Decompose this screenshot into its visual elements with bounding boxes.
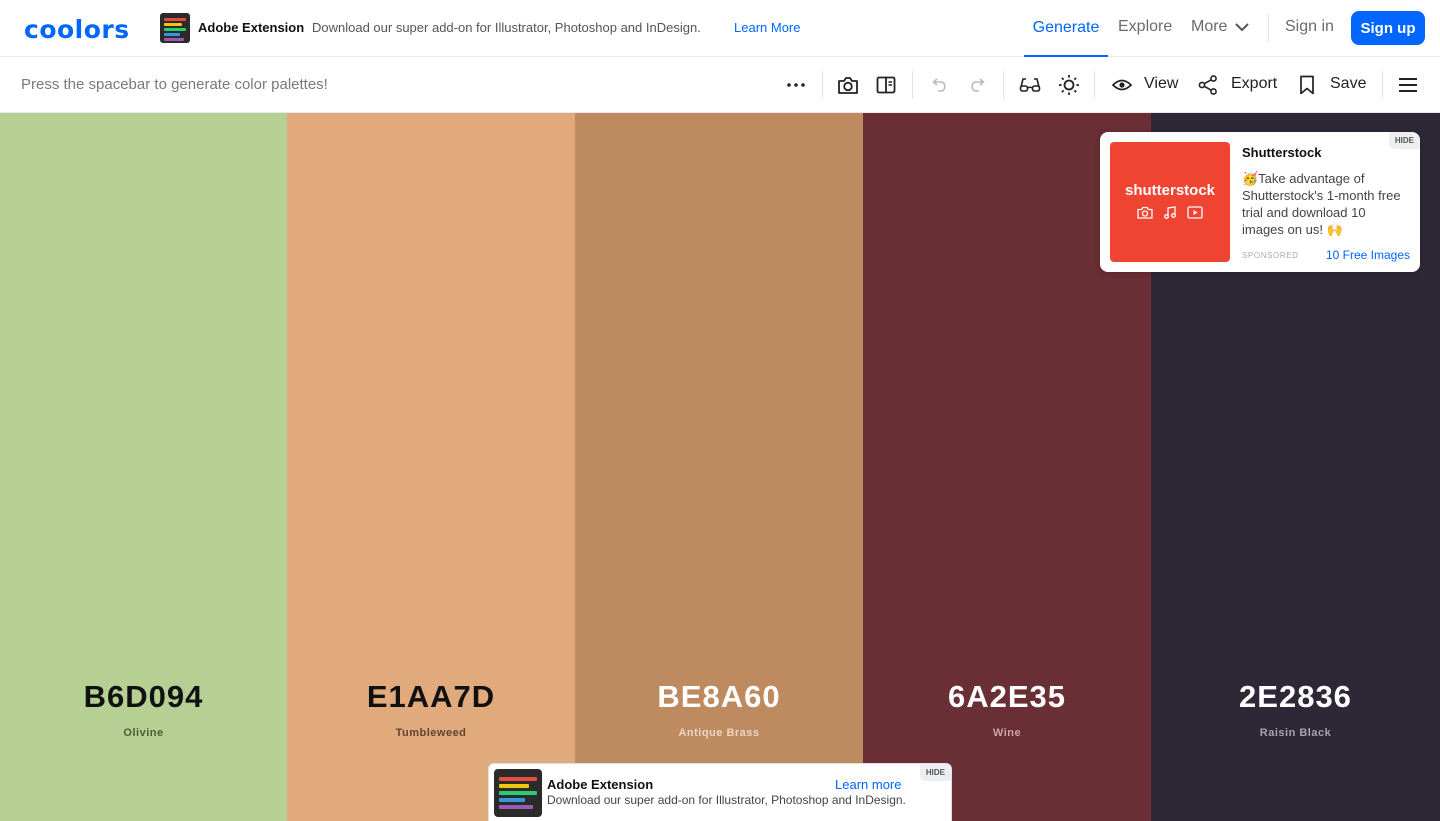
camera-icon: [1137, 206, 1153, 219]
color-name: Tumbleweed: [395, 727, 467, 739]
bookmark-icon[interactable]: [1293, 71, 1321, 99]
sign-in-link[interactable]: Sign in: [1285, 18, 1334, 36]
ad-hide-button[interactable]: HIDE: [1388, 132, 1420, 149]
promo-title[interactable]: Adobe Extension: [198, 20, 304, 35]
color-swatch[interactable]: E1AA7D Tumbleweed: [287, 113, 575, 821]
top-navigation: coolors Adobe Extension Download our sup…: [0, 0, 1440, 57]
nav-divider: [1268, 14, 1269, 42]
toolbar-divider: [1094, 71, 1095, 99]
hex-code[interactable]: BE8A60: [575, 679, 863, 715]
split-view-icon[interactable]: [872, 71, 900, 99]
hex-code[interactable]: 2E2836: [1151, 679, 1440, 715]
share-icon[interactable]: [1194, 71, 1222, 99]
promo-text: Download our super add-on for Illustrato…: [312, 20, 701, 35]
toolbar-divider: [1382, 71, 1383, 99]
nav-more[interactable]: More: [1191, 18, 1250, 36]
export-button[interactable]: Export: [1231, 75, 1277, 93]
more-options-icon[interactable]: [782, 71, 810, 99]
nav-more-label: More: [1191, 18, 1228, 35]
chevron-down-icon: [1235, 22, 1250, 31]
toolbar-divider: [1003, 71, 1004, 99]
coolors-logo[interactable]: coolors: [24, 15, 130, 44]
adobe-extension-thumbnail[interactable]: [494, 769, 542, 817]
undo-icon[interactable]: [925, 71, 953, 99]
sign-up-button[interactable]: Sign up: [1351, 11, 1425, 45]
eye-icon[interactable]: [1108, 71, 1136, 99]
color-name: Antique Brass: [678, 727, 760, 739]
banner-learn-more-link[interactable]: Learn more: [835, 777, 901, 792]
nav-generate-label: Generate: [1032, 18, 1100, 36]
toolbar-divider: [912, 71, 913, 99]
brightness-icon[interactable]: [1055, 71, 1083, 99]
color-name: Raisin Black: [1259, 727, 1332, 739]
save-button[interactable]: Save: [1330, 75, 1366, 93]
nav-explore[interactable]: Explore: [1118, 18, 1172, 36]
generator-toolbar: Press the spacebar to generate color pal…: [0, 57, 1440, 113]
ad-title[interactable]: Shutterstock: [1242, 145, 1321, 160]
spacebar-hint: Press the spacebar to generate color pal…: [21, 76, 328, 93]
ad-cta-link[interactable]: 10 Free Images: [1326, 248, 1410, 262]
view-button[interactable]: View: [1144, 75, 1178, 93]
hamburger-menu-icon[interactable]: [1394, 71, 1422, 99]
shutterstock-logo[interactable]: shutterstock: [1110, 142, 1230, 262]
hex-code[interactable]: 6A2E35: [863, 679, 1151, 715]
adobe-extension-thumbnail[interactable]: [160, 13, 190, 43]
ad-body: 🥳Take advantage of Shutterstock's 1-mont…: [1242, 171, 1401, 237]
color-name: Wine: [992, 727, 1022, 739]
promo-learn-more-link[interactable]: Learn More: [734, 20, 800, 35]
banner-hide-button[interactable]: HIDE: [919, 764, 951, 781]
adobe-extension-banner[interactable]: Adobe Extension Download our super add-o…: [488, 763, 952, 821]
video-play-icon: [1187, 206, 1203, 219]
toolbar-divider: [822, 71, 823, 99]
sponsored-label: SPONSORED: [1242, 251, 1299, 260]
hex-code[interactable]: B6D094: [0, 679, 287, 715]
camera-icon[interactable]: [834, 71, 862, 99]
hex-code[interactable]: E1AA7D: [287, 679, 575, 715]
media-icons: [1110, 206, 1230, 219]
shutterstock-wordmark: shutterstock: [1124, 182, 1216, 199]
sponsored-ad-card[interactable]: shutterstock Shutterstock 🥳Take advantag…: [1100, 132, 1420, 272]
color-swatch[interactable]: BE8A60 Antique Brass: [575, 113, 863, 821]
redo-icon[interactable]: [964, 71, 992, 99]
glasses-icon[interactable]: [1016, 71, 1044, 99]
banner-title[interactable]: Adobe Extension: [547, 777, 653, 792]
color-name: Olivine: [123, 727, 164, 739]
banner-text: Download our super add-on for Illustrato…: [547, 793, 906, 807]
music-note-icon: [1164, 206, 1176, 219]
nav-generate[interactable]: Generate: [1024, 0, 1108, 57]
color-swatch[interactable]: B6D094 Olivine: [0, 113, 287, 821]
